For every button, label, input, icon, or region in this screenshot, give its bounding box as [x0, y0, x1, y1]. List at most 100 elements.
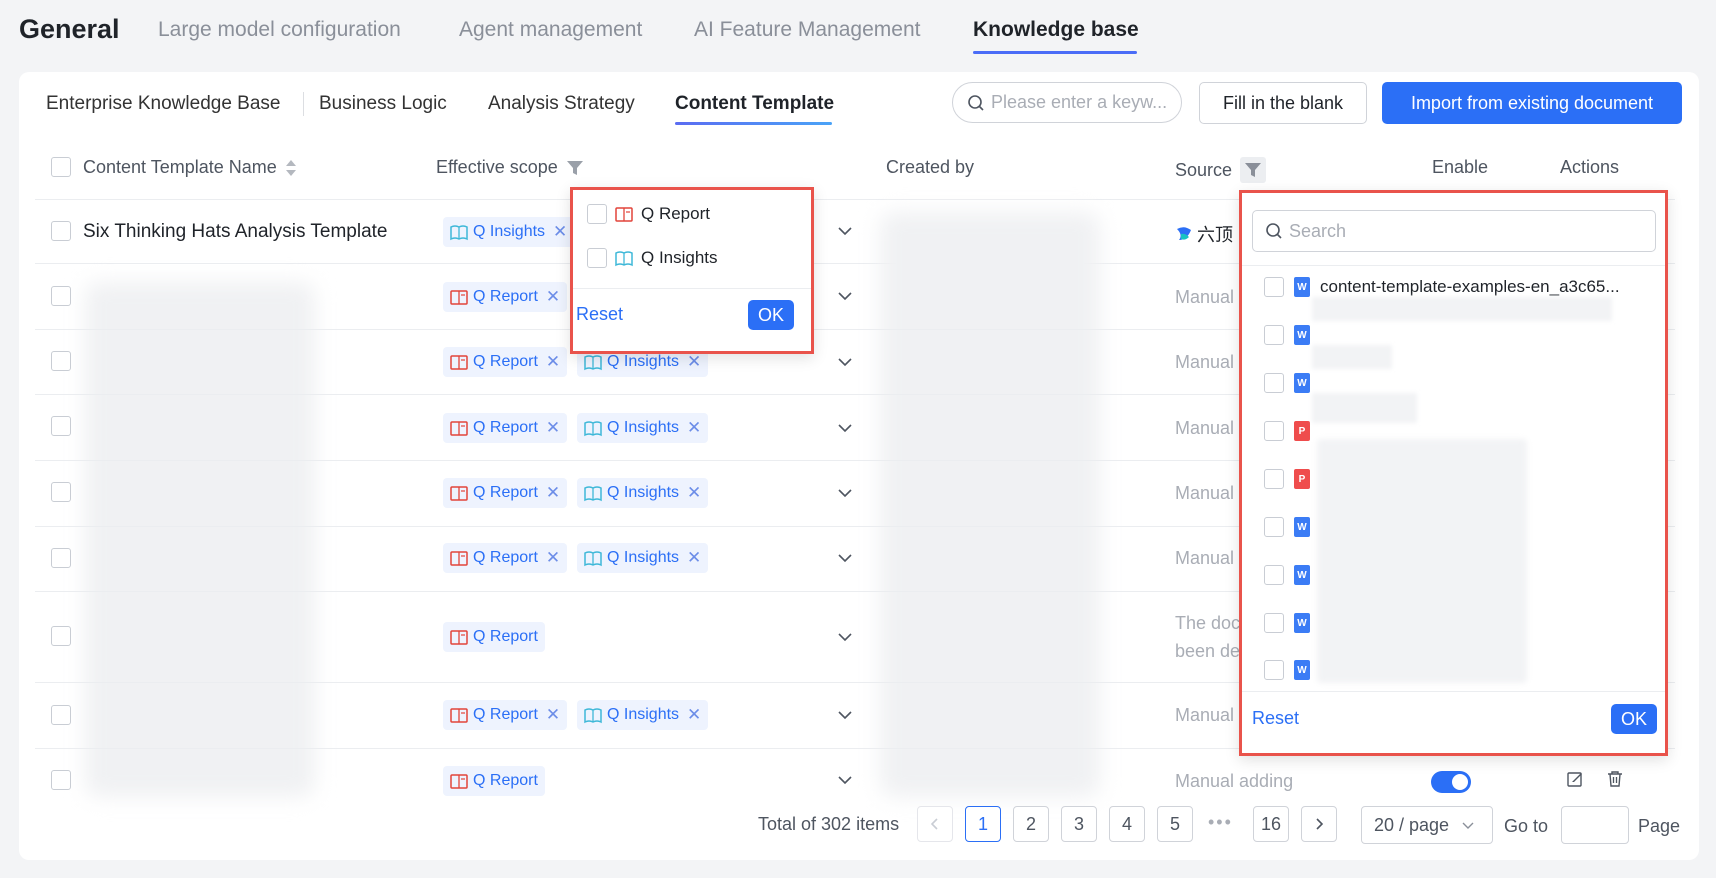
goto-page-input[interactable] [1561, 806, 1629, 844]
page-button-1[interactable]: 1 [965, 806, 1001, 842]
row-checkbox[interactable] [51, 705, 71, 725]
source-search-input[interactable]: Search [1252, 210, 1656, 252]
remove-tag-icon[interactable]: ✕ [546, 287, 560, 307]
keyword-search-input[interactable]: Please enter a keyw... [952, 82, 1182, 123]
remove-tag-icon[interactable]: ✕ [687, 548, 701, 568]
option-checkbox[interactable] [1264, 613, 1284, 633]
page-title: General [19, 14, 120, 44]
option-checkbox[interactable] [1264, 660, 1284, 680]
chevron-down-icon[interactable] [837, 772, 853, 788]
tab-knowledge-base[interactable]: Knowledge base [973, 18, 1139, 42]
app-logo-icon [1177, 227, 1191, 240]
chevron-down-icon[interactable] [837, 223, 853, 239]
chevron-down-icon[interactable] [837, 629, 853, 645]
remove-tag-icon[interactable]: ✕ [687, 705, 701, 725]
tab-ai-feature-management[interactable]: AI Feature Management [694, 18, 920, 42]
subtab-content-template[interactable]: Content Template [675, 93, 834, 115]
template-name: Six Thinking Hats Analysis Template [83, 221, 388, 242]
row-checkbox[interactable] [51, 626, 71, 646]
page-button-5[interactable]: 5 [1157, 806, 1193, 842]
filter-icon[interactable] [1240, 157, 1267, 183]
remove-tag-icon[interactable]: ✕ [553, 222, 567, 242]
option-checkbox[interactable] [1264, 373, 1284, 393]
import-document-button[interactable]: Import from existing document [1382, 82, 1682, 124]
chevron-down-icon[interactable] [837, 485, 853, 501]
ok-button[interactable]: OK [748, 300, 794, 330]
remove-tag-icon[interactable]: ✕ [687, 483, 701, 503]
scope-tag-q-report: Q Report [443, 622, 545, 652]
remove-tag-icon[interactable]: ✕ [546, 418, 560, 438]
file-option[interactable]: W [1264, 517, 1310, 537]
header-enable: Enable [1432, 157, 1489, 177]
file-option[interactable]: P [1264, 421, 1310, 441]
row-checkbox[interactable] [51, 416, 71, 436]
page-size-select[interactable]: 20 / page [1361, 806, 1493, 844]
prev-page-button[interactable] [917, 806, 953, 842]
row-checkbox[interactable] [51, 221, 71, 241]
reset-button[interactable]: Reset [1252, 708, 1299, 729]
scope-tag-q-insights: Q Insights ✕ [577, 700, 709, 730]
pagination-ellipsis[interactable]: ••• [1208, 812, 1233, 833]
option-checkbox[interactable] [1264, 421, 1284, 441]
edit-icon[interactable] [1566, 770, 1584, 788]
next-page-button[interactable] [1301, 806, 1337, 842]
option-checkbox[interactable] [1264, 517, 1284, 537]
header-content-template-name[interactable]: Content Template Name [83, 157, 297, 178]
fill-in-blank-button[interactable]: Fill in the blank [1199, 82, 1367, 124]
select-all-checkbox[interactable] [51, 157, 71, 177]
chevron-down-icon[interactable] [837, 354, 853, 370]
remove-tag-icon[interactable]: ✕ [546, 352, 560, 372]
row-checkbox[interactable] [51, 286, 71, 306]
page-button-16[interactable]: 16 [1253, 806, 1289, 842]
filter-option-q-report[interactable]: Q Report [587, 204, 710, 224]
ok-button[interactable]: OK [1611, 704, 1657, 734]
chevron-down-icon[interactable] [837, 550, 853, 566]
row-checkbox[interactable] [51, 351, 71, 371]
page-button-2[interactable]: 2 [1013, 806, 1049, 842]
option-checkbox[interactable] [587, 248, 607, 268]
remove-tag-icon[interactable]: ✕ [687, 352, 701, 372]
filter-icon[interactable] [566, 159, 584, 177]
page-button-3[interactable]: 3 [1061, 806, 1097, 842]
chevron-down-icon[interactable] [837, 707, 853, 723]
file-option[interactable]: W [1264, 373, 1310, 393]
row-checkbox[interactable] [51, 548, 71, 568]
tab-agent-management[interactable]: Agent management [459, 18, 642, 42]
chevron-down-icon[interactable] [837, 420, 853, 436]
file-option[interactable]: W [1264, 660, 1310, 680]
filter-option-q-insights[interactable]: Q Insights [587, 248, 718, 268]
file-option[interactable]: P [1264, 469, 1310, 489]
reset-button[interactable]: Reset [576, 304, 623, 325]
remove-tag-icon[interactable]: ✕ [546, 705, 560, 725]
option-checkbox[interactable] [1264, 277, 1284, 297]
file-option[interactable]: W content-template-examples-en_a3c65... [1264, 277, 1620, 297]
blurred-filenames [1317, 439, 1527, 683]
option-checkbox[interactable] [1264, 469, 1284, 489]
q-report-icon [450, 773, 468, 789]
row-checkbox[interactable] [51, 770, 71, 790]
tab-large-model-configuration[interactable]: Large model configuration [158, 18, 401, 42]
source-text: The doc [1175, 613, 1241, 633]
remove-tag-icon[interactable]: ✕ [546, 483, 560, 503]
sort-icon[interactable] [285, 158, 297, 178]
file-option[interactable]: W [1264, 613, 1310, 633]
word-doc-icon: W [1294, 325, 1310, 345]
delete-icon[interactable] [1606, 770, 1624, 788]
option-checkbox[interactable] [1264, 325, 1284, 345]
subtab-business-logic[interactable]: Business Logic [319, 93, 447, 115]
chevron-down-icon[interactable] [837, 288, 853, 304]
page-button-4[interactable]: 4 [1109, 806, 1145, 842]
row-checkbox[interactable] [51, 482, 71, 502]
remove-tag-icon[interactable]: ✕ [687, 418, 701, 438]
subtab-analysis-strategy[interactable]: Analysis Strategy [488, 93, 635, 115]
enable-toggle[interactable] [1431, 771, 1471, 793]
q-report-icon [450, 629, 468, 645]
file-option[interactable]: W [1264, 325, 1310, 345]
option-checkbox[interactable] [587, 204, 607, 224]
source-filter-dropdown: Search W content-template-examples-en_a3… [1239, 190, 1668, 756]
subtab-enterprise-knowledge-base[interactable]: Enterprise Knowledge Base [46, 93, 280, 115]
option-checkbox[interactable] [1264, 565, 1284, 585]
file-option[interactable]: W [1264, 565, 1310, 585]
source-text: Manual [1175, 352, 1235, 372]
remove-tag-icon[interactable]: ✕ [546, 548, 560, 568]
